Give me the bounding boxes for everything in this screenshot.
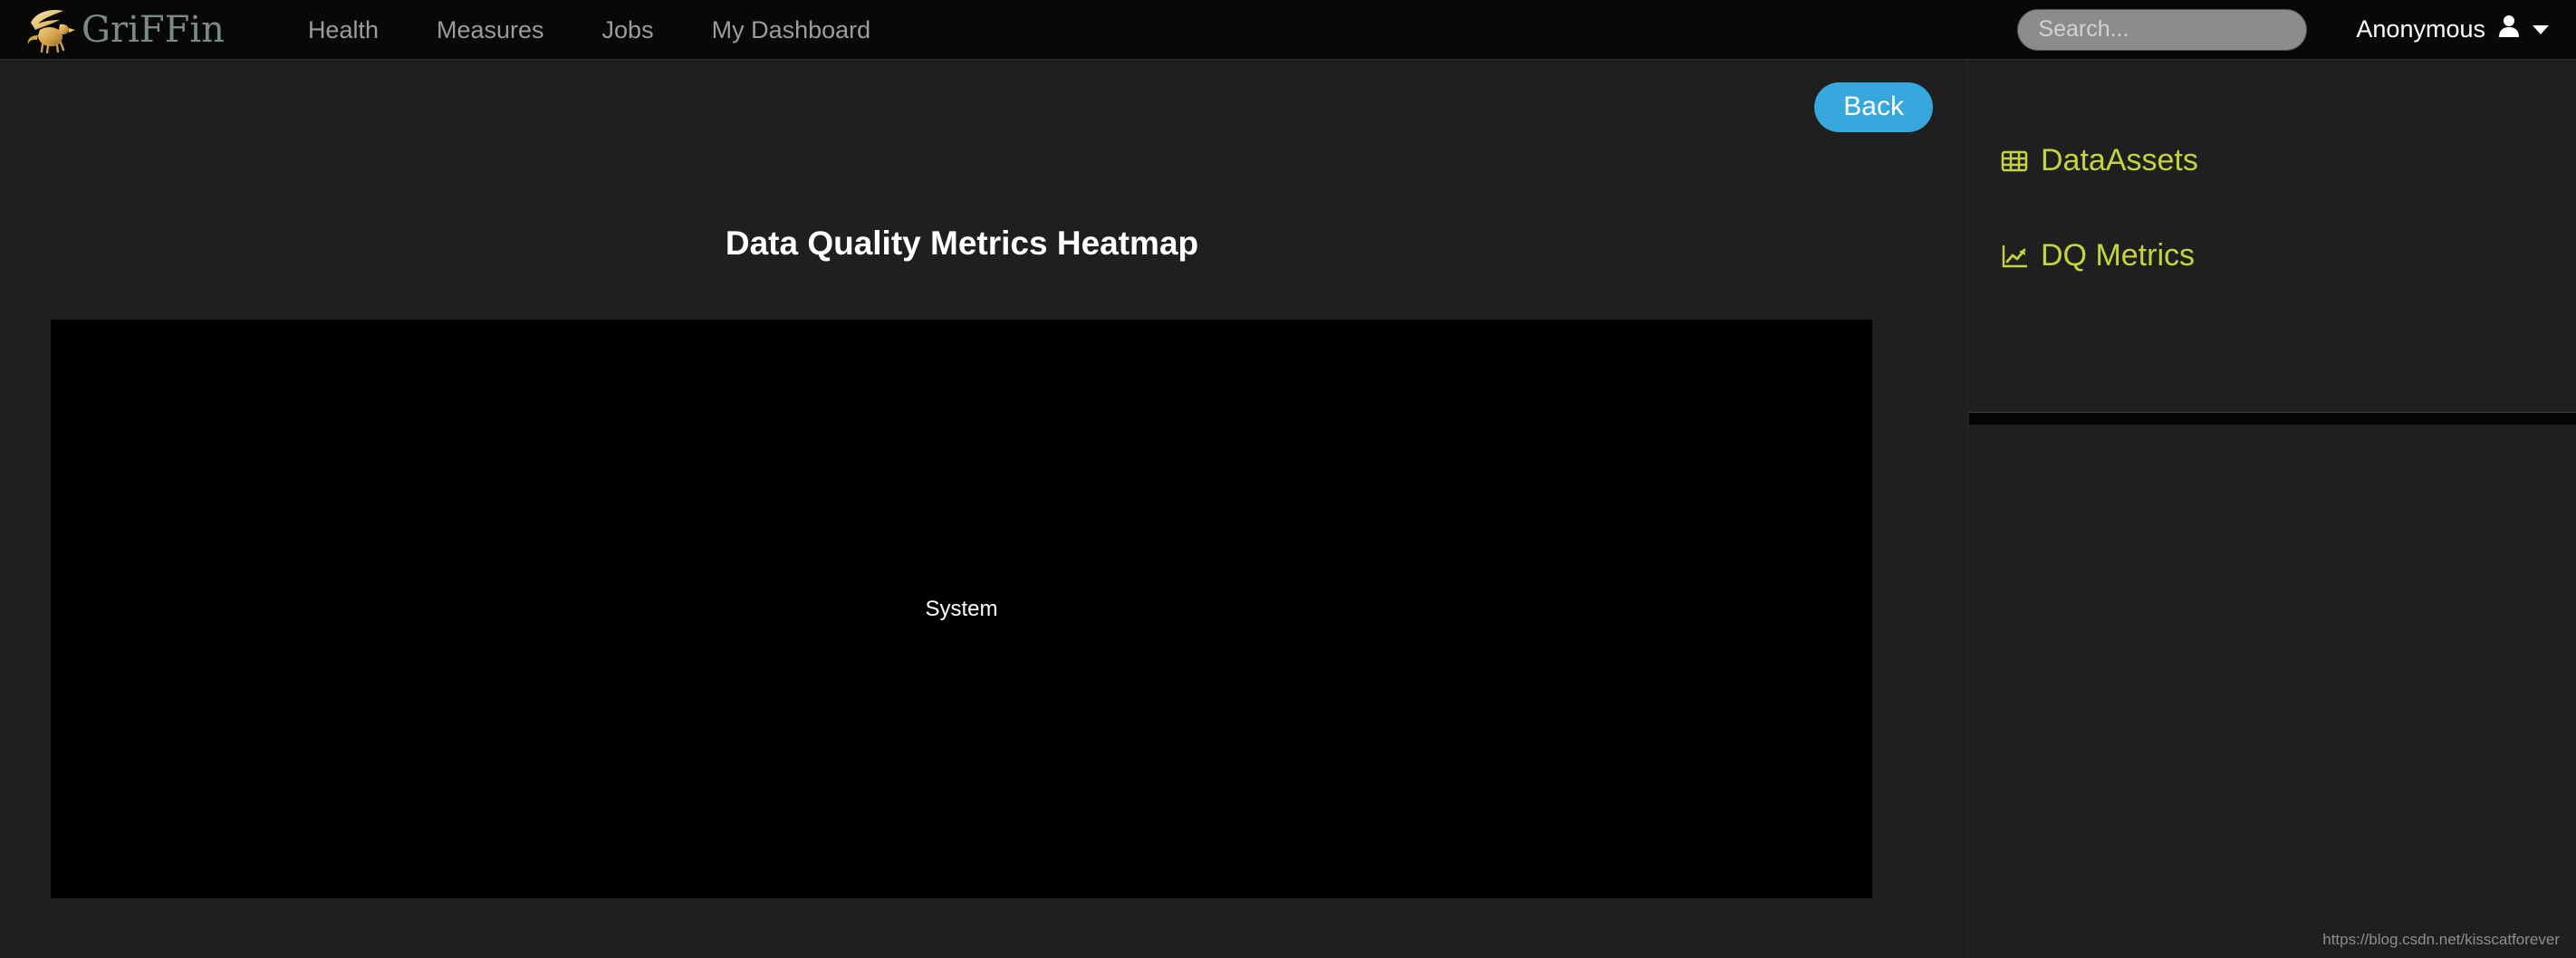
line-chart-icon: [1999, 241, 2030, 272]
heatmap-system-label: System: [925, 596, 998, 621]
user-name: Anonymous: [2356, 15, 2485, 43]
nav-link-health[interactable]: Health: [279, 0, 408, 60]
watermark-text: https://blog.csdn.net/kisscatforever: [2322, 931, 2560, 948]
nav-link-jobs[interactable]: Jobs: [573, 0, 683, 60]
sidebar-divider: [1969, 412, 2576, 425]
heatmap-chart-canvas[interactable]: System: [51, 320, 1872, 898]
user-person-icon: [2498, 14, 2520, 44]
search-input[interactable]: [2017, 8, 2308, 51]
chevron-down-icon: [2533, 24, 2549, 34]
user-menu[interactable]: Anonymous: [2356, 14, 2549, 44]
griffin-logo-icon: [24, 6, 80, 53]
sidebar-item-dataassets[interactable]: DataAssets: [1968, 130, 2576, 191]
sidebar-item-label: DataAssets: [2041, 143, 2198, 177]
back-button-row: Back: [1814, 82, 1933, 132]
page-title: Data Quality Metrics Heatmap: [725, 225, 1199, 262]
right-sidebar: DataAssets DQ Metrics: [1967, 60, 2576, 958]
back-button[interactable]: Back: [1814, 82, 1933, 132]
nav-link-my-dashboard[interactable]: My Dashboard: [683, 0, 900, 60]
sidebar-item-dq-metrics[interactable]: DQ Metrics: [1968, 225, 2576, 286]
brand-logo-link[interactable]: GriFFin: [24, 0, 225, 60]
top-navbar: GriFFin Health Measures Jobs My Dashboar…: [0, 0, 2576, 60]
primary-nav: Health Measures Jobs My Dashboard: [279, 0, 899, 60]
nav-link-measures[interactable]: Measures: [408, 0, 573, 60]
sidebar-item-label: DQ Metrics: [2041, 238, 2195, 273]
table-grid-icon: [1999, 146, 2030, 177]
main-content: Back Data Quality Metrics Heatmap System: [0, 60, 1967, 958]
sidebar-lower-panel: [1968, 425, 2576, 958]
navbar-right-group: Anonymous: [2017, 8, 2549, 51]
brand-name: GriFFin: [82, 8, 225, 51]
sidebar-nav-panel: DataAssets DQ Metrics: [1968, 60, 2576, 413]
